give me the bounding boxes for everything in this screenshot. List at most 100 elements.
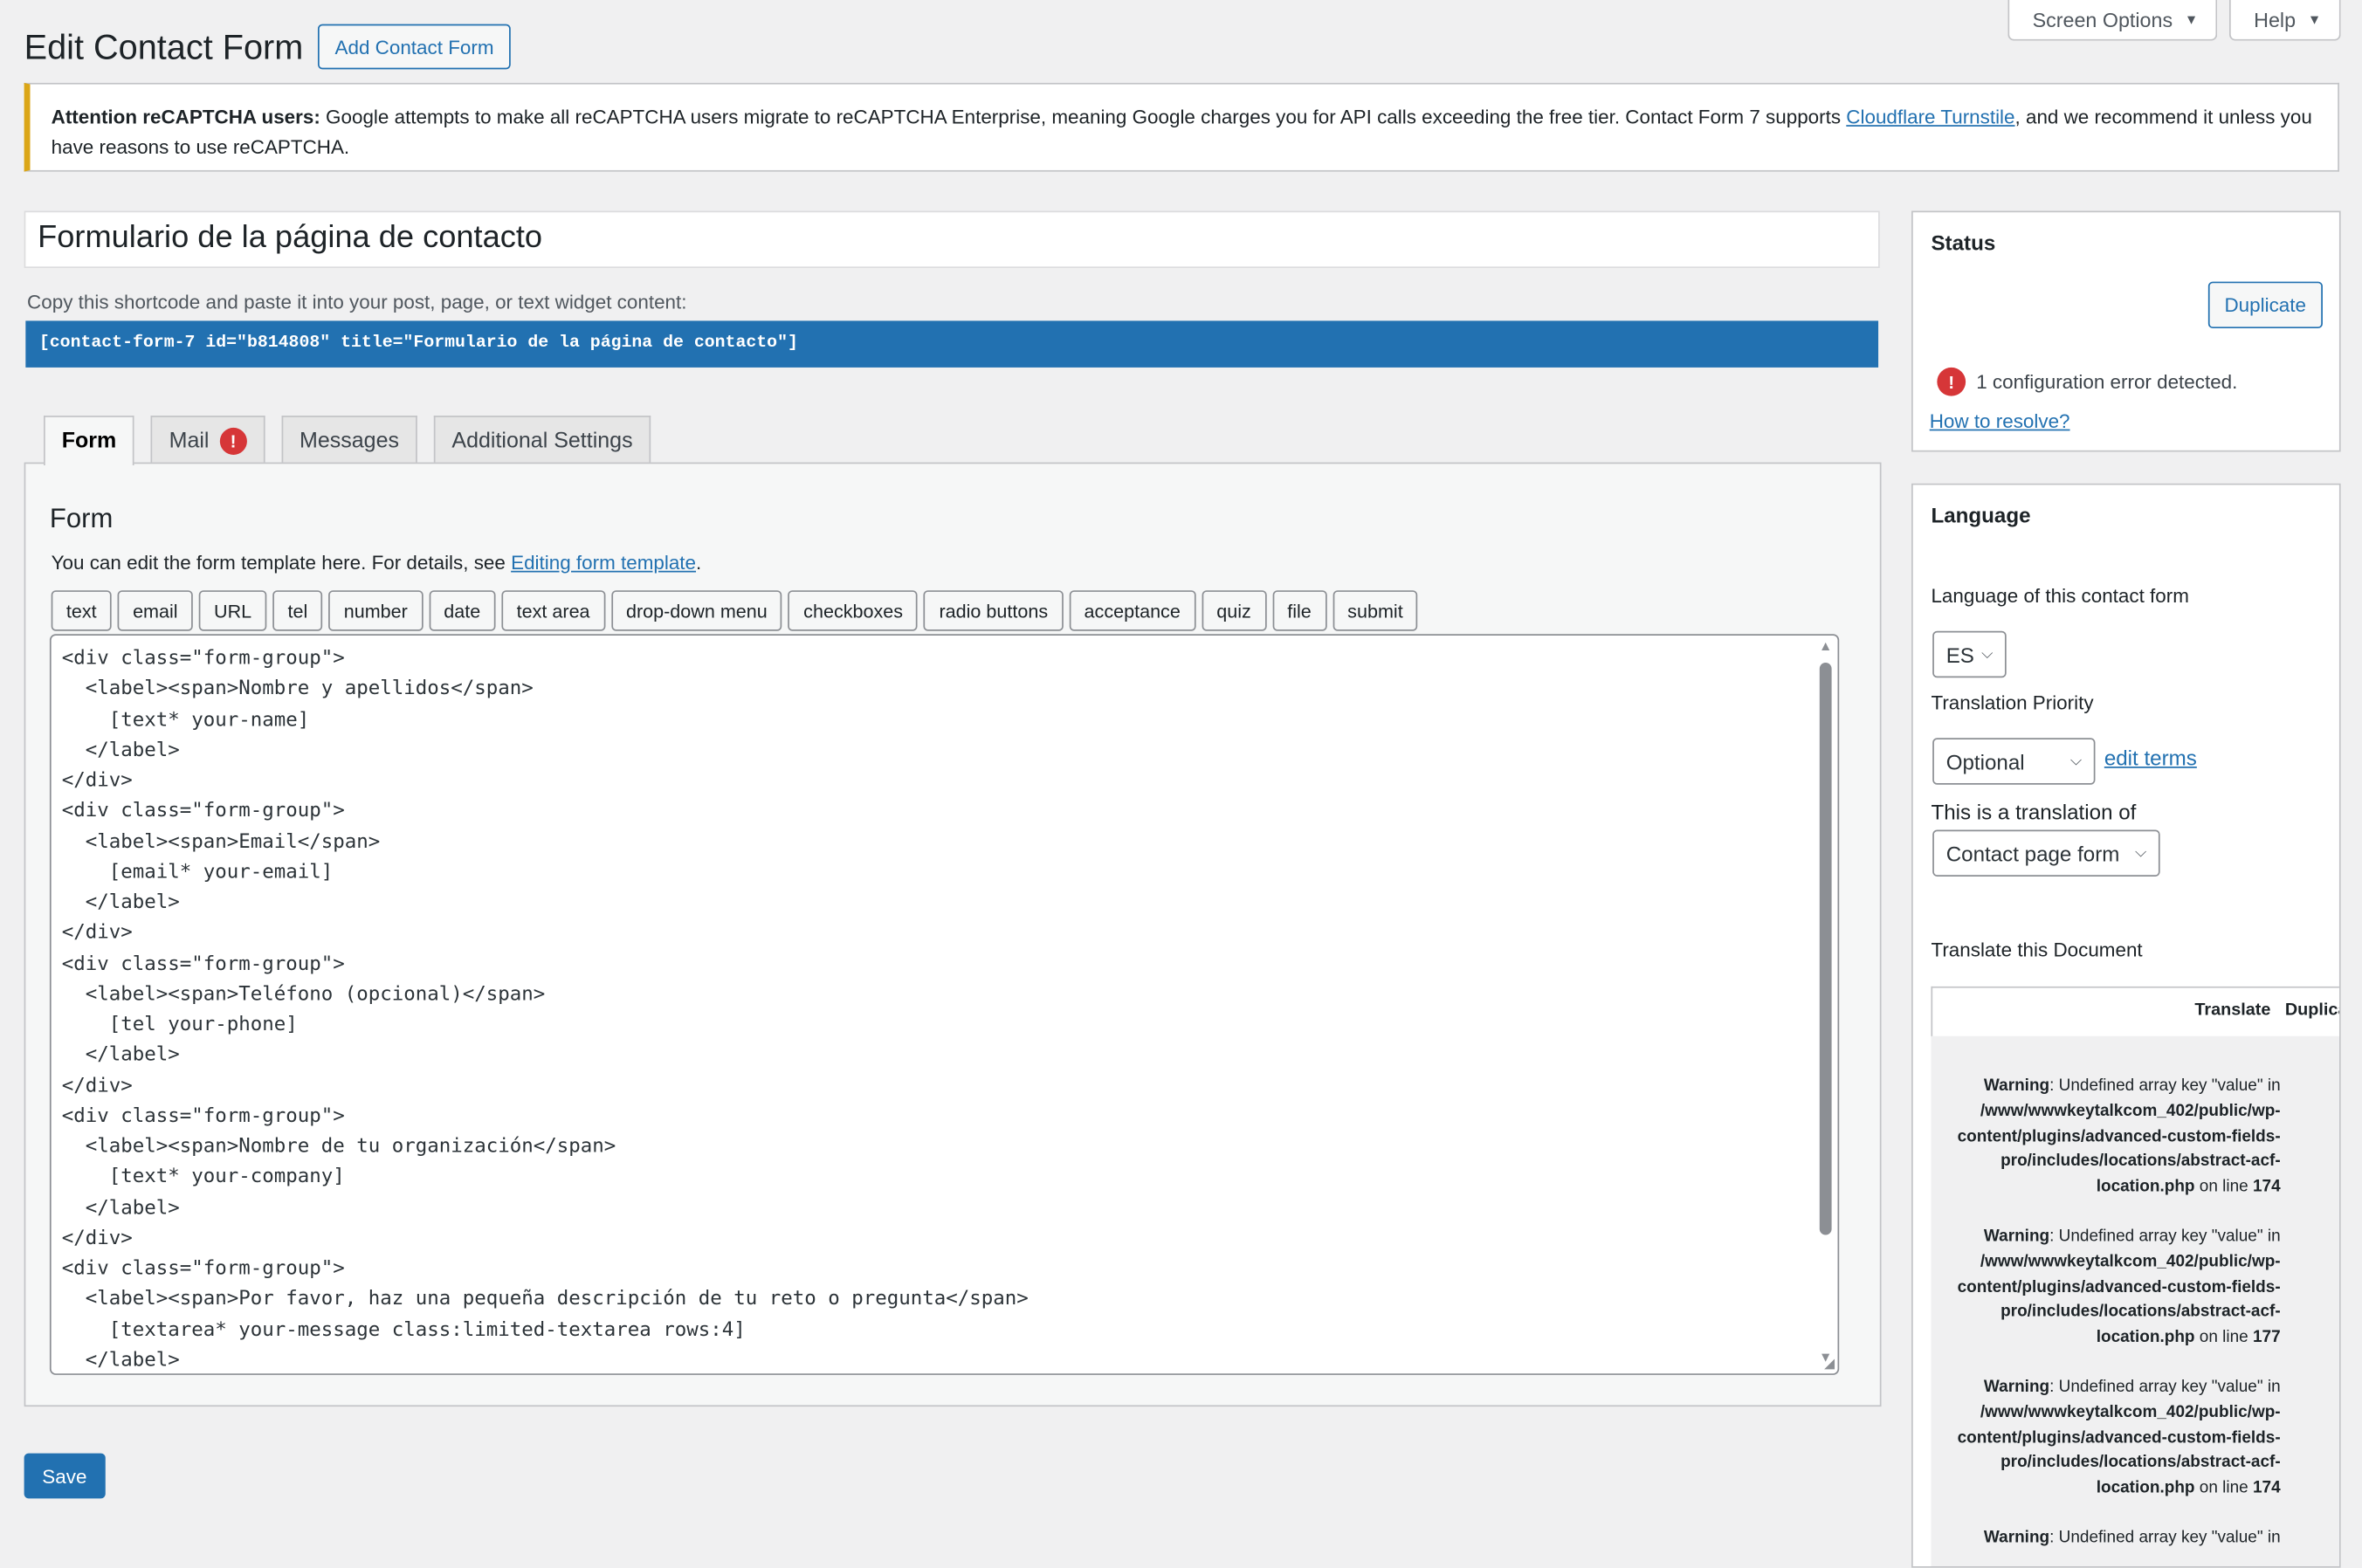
- scroll-up-arrow-icon[interactable]: ▲: [1818, 638, 1833, 653]
- chevron-down-icon: ⌵: [2069, 753, 2082, 770]
- warning-on-line: on line: [2194, 1328, 2253, 1347]
- tag-button-email[interactable]: email: [117, 590, 193, 631]
- chevron-down-icon: ⌵: [2135, 844, 2147, 862]
- php-warning: Warning: Undefined array key "value" in …: [1949, 1375, 2281, 1502]
- form-panel: Form You can edit the form template here…: [24, 462, 1882, 1407]
- tab-label: Messages: [300, 428, 400, 453]
- tag-button-quiz[interactable]: quiz: [1201, 590, 1267, 631]
- language-box-title: Language: [1931, 503, 2031, 527]
- warning-label: Warning: [1983, 1528, 2050, 1547]
- tag-button-acceptance[interactable]: acceptance: [1069, 590, 1196, 631]
- config-error-text: 1 configuration error detected.: [1976, 370, 2238, 394]
- tag-button-text[interactable]: text: [51, 590, 112, 631]
- tag-button-submit[interactable]: submit: [1332, 590, 1418, 631]
- tab-label: Form: [61, 429, 117, 454]
- scrollbar-thumb[interactable]: [1819, 663, 1832, 1235]
- col-duplicate: Duplicate: [2284, 1001, 2339, 1020]
- priority-select-value: Optional: [1945, 749, 2025, 774]
- tab-form[interactable]: Form: [44, 416, 134, 466]
- language-box: Language Language of this contact form E…: [1911, 483, 2341, 1568]
- screen-meta-links: Screen Options ▼ Help ▼: [2007, 0, 2341, 41]
- help-label: Help: [2254, 8, 2297, 31]
- tag-button-date[interactable]: date: [429, 590, 496, 631]
- warning-label: Warning: [1983, 1227, 2050, 1246]
- shortcode-label: Copy this shortcode and paste it into yo…: [27, 290, 687, 313]
- duplicate-button[interactable]: Duplicate: [2207, 281, 2323, 329]
- tag-button-tel[interactable]: tel: [272, 590, 323, 631]
- form-template-textarea[interactable]: <div class="form-group"> <label><span>No…: [49, 634, 1840, 1375]
- warning-line: 177: [2252, 1328, 2281, 1347]
- add-contact-form-button[interactable]: Add Contact Form: [318, 24, 511, 70]
- save-button[interactable]: Save: [24, 1453, 106, 1499]
- tag-generator-buttons: text email URL tel number date text area…: [51, 590, 1418, 631]
- recaptcha-notice: Attention reCAPTCHA users: Google attemp…: [24, 82, 2339, 172]
- title-row: Edit Contact Form Add Contact Form: [24, 24, 511, 70]
- tab-label: Additional Settings: [451, 428, 633, 453]
- form-title-input[interactable]: Formulario de la página de contacto: [24, 210, 1880, 269]
- col-translate: Translate: [2194, 1001, 2271, 1020]
- translation-of-value: Contact page form: [1945, 841, 2120, 866]
- form-panel-heading: Form: [49, 503, 114, 533]
- status-box: Status Duplicate ! 1 configuration error…: [1911, 210, 2341, 452]
- textarea-scrollbar[interactable]: ▲ ▼: [1818, 638, 1833, 1370]
- form-template-code: <div class="form-group"> <label><span>No…: [61, 647, 1029, 1372]
- page-title: Edit Contact Form: [24, 26, 304, 66]
- wp-admin-page: Screen Options ▼ Help ▼ Edit Contact For…: [0, 0, 2362, 1568]
- warning-label: Warning: [1983, 1076, 2050, 1096]
- desc-prefix: You can edit the form template here. For…: [51, 551, 512, 574]
- how-to-resolve-link[interactable]: How to resolve?: [1930, 409, 2070, 432]
- warning-label: Warning: [1983, 1378, 2050, 1397]
- translation-of-select[interactable]: Contact page form ⌵: [1932, 829, 2160, 877]
- translate-table-header: Translate Duplicate: [1931, 986, 2339, 1038]
- translation-of-label: This is a translation of: [1931, 799, 2137, 824]
- warning-on-line: on line: [2194, 1178, 2253, 1196]
- caret-down-icon: ▼: [2184, 11, 2199, 28]
- editing-form-template-link[interactable]: Editing form template: [511, 551, 696, 574]
- tab-label: Mail: [169, 428, 210, 453]
- help-button[interactable]: Help ▼: [2229, 0, 2341, 41]
- translate-document-title: Translate this Document: [1931, 938, 2143, 961]
- edit-terms-link[interactable]: edit terms: [2104, 746, 2197, 770]
- shortcode-field[interactable]: [contact-form-7 id="b814808" title="Form…: [25, 320, 1879, 368]
- screen-options-button[interactable]: Screen Options ▼: [2007, 0, 2218, 41]
- php-warning: Warning: Undefined array key "value" in …: [1949, 1074, 2281, 1200]
- php-warnings: Warning: Undefined array key "value" in …: [1931, 1035, 2339, 1567]
- error-badge-icon: !: [219, 427, 247, 455]
- warning-line: 174: [2252, 1479, 2281, 1497]
- tag-button-textarea[interactable]: text area: [501, 590, 605, 631]
- tag-button-radio[interactable]: radio buttons: [924, 590, 1064, 631]
- warning-text: : Undefined array key "value" in: [2049, 1378, 2281, 1397]
- tab-mail[interactable]: Mail !: [150, 416, 265, 464]
- warning-on-line: on line: [2194, 1479, 2253, 1497]
- language-label: Language of this contact form: [1931, 584, 2189, 608]
- translation-priority-label: Translation Priority: [1931, 691, 2094, 714]
- config-error-line: ! 1 configuration error detected.: [1937, 367, 2238, 396]
- tag-button-file[interactable]: file: [1271, 590, 1327, 631]
- translation-priority-select[interactable]: Optional ⌵: [1932, 738, 2096, 785]
- warning-text: : Undefined array key "value" in: [2049, 1076, 2281, 1096]
- tag-button-url[interactable]: URL: [198, 590, 267, 631]
- notice-strong: Attention reCAPTCHA users:: [51, 105, 320, 128]
- tab-additional-settings[interactable]: Additional Settings: [433, 416, 651, 464]
- status-box-title: Status: [1931, 230, 1996, 255]
- tag-button-number[interactable]: number: [328, 590, 424, 631]
- language-select-value: ES: [1945, 642, 1974, 667]
- notice-text: Google attempts to make all reCAPTCHA us…: [320, 105, 1847, 128]
- tag-button-checkboxes[interactable]: checkboxes: [788, 590, 919, 631]
- php-warning: Warning: Undefined array key "value" in: [1949, 1525, 2281, 1551]
- resize-grip-icon[interactable]: ◢: [1824, 1356, 1835, 1372]
- error-icon: !: [1937, 367, 1966, 396]
- caret-down-icon: ▼: [2307, 11, 2322, 28]
- form-panel-description: You can edit the form template here. For…: [52, 551, 702, 574]
- screen-options-label: Screen Options: [2032, 8, 2173, 31]
- chevron-down-icon: ⌵: [1981, 646, 1994, 663]
- warning-line: 174: [2252, 1178, 2281, 1196]
- tab-messages[interactable]: Messages: [281, 416, 417, 464]
- language-select[interactable]: ES ⌵: [1932, 630, 2007, 678]
- warning-text: : Undefined array key "value" in: [2049, 1227, 2281, 1246]
- desc-suffix: .: [696, 551, 702, 574]
- php-warning: Warning: Undefined array key "value" in …: [1949, 1224, 2281, 1351]
- warning-text: : Undefined array key "value" in: [2049, 1528, 2281, 1547]
- tag-button-dropdown[interactable]: drop-down menu: [610, 590, 783, 631]
- cloudflare-turnstile-link[interactable]: Cloudflare Turnstile: [1846, 106, 2014, 128]
